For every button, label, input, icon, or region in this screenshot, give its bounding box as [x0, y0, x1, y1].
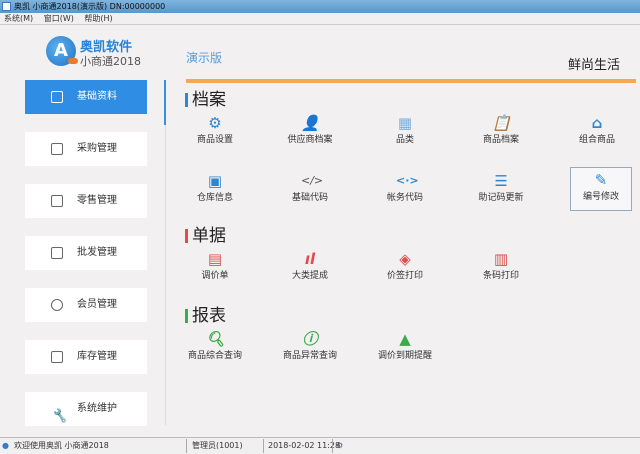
tag-icon: ◈	[399, 250, 411, 268]
item-label: 品类	[395, 135, 414, 145]
section-title-archive: 档案	[185, 90, 226, 110]
sidebar-item-label: 零售管理	[77, 195, 117, 206]
users-icon	[51, 299, 63, 311]
sidebar-item-members[interactable]: 会员管理	[25, 288, 147, 322]
section-title-docs: 单据	[185, 226, 226, 246]
menu-window[interactable]: 窗口(W)	[44, 14, 74, 23]
sidebar-item-inventory[interactable]: 库存管理	[25, 340, 147, 374]
search-icon: 🔍︎	[206, 330, 226, 348]
search-alert-icon: ⓘ	[302, 330, 318, 348]
status-welcome: 欢迎使用奥凯 小商通2018	[14, 441, 109, 450]
sidebar-item-basic-data[interactable]: 基础资料	[25, 80, 147, 114]
box-icon: ▣	[207, 172, 223, 190]
logo-product: 小商通2018	[80, 55, 141, 68]
item-label: 调价到期提醒	[377, 351, 432, 361]
purchase-icon	[51, 143, 63, 155]
item-basic-code[interactable]: </> 基础代码	[265, 172, 355, 205]
item-label: 商品档案	[482, 135, 519, 145]
title-bar: 奥凯 小商通2018(演示版) DN:00000000	[0, 0, 640, 13]
item-mnemonic-update[interactable]: ☰ 助记码更新	[466, 172, 536, 205]
document-icon	[51, 91, 63, 103]
item-label: 助记码更新	[478, 193, 524, 203]
sidebar-item-label: 采购管理	[77, 143, 117, 154]
network-icon: ⚙	[336, 441, 344, 450]
item-combo-product[interactable]: ⌂ 组合商品	[552, 114, 640, 147]
item-label: 调价单	[201, 271, 229, 281]
item-label: 组合商品	[578, 135, 615, 145]
header-divider	[186, 79, 636, 83]
basket-icon: ⌂	[591, 114, 603, 132]
edition-label: 演示版	[186, 51, 223, 65]
item-number-modify[interactable]: ✎ 编号修改	[570, 167, 632, 211]
item-label: 帐务代码	[386, 193, 423, 203]
edit-icon: ✎	[594, 171, 608, 189]
sidebar-item-label: 系统维护	[77, 403, 117, 414]
item-supplier-archive[interactable]: 👤 供应商档案	[275, 114, 345, 147]
code-icon: </>	[301, 174, 324, 187]
sidebar-item-label: 基础资料	[77, 91, 117, 102]
item-category-commission[interactable]: ıl 大类提成	[265, 250, 355, 283]
barcode-icon: ▥	[493, 250, 509, 268]
store-name: 鲜尚生活	[567, 58, 620, 73]
inventory-icon	[51, 351, 63, 363]
grid-icon: ▦	[397, 114, 413, 132]
item-price-tag-print[interactable]: ◈ 价签打印	[360, 250, 450, 283]
item-label: 商品异常查询	[282, 351, 337, 361]
item-label: 仓库信息	[196, 193, 233, 203]
status-bar: ● 欢迎使用奥凯 小商通2018 管理员(1001) 2018-02-02 11…	[0, 437, 640, 454]
status-icon: ●	[2, 441, 9, 450]
item-price-adjust[interactable]: ▤ 调价单	[170, 250, 260, 283]
item-product-query[interactable]: 🔍︎ 商品综合查询	[180, 330, 250, 363]
logo: A 奥凯软件 小商通2018	[46, 34, 146, 70]
menu-help[interactable]: 帮助(H)	[84, 14, 112, 23]
item-label: 商品设置	[196, 135, 233, 145]
sidebar-item-maintenance[interactable]: 🔧 系统维护	[25, 392, 147, 426]
sidebar-item-purchase[interactable]: 采购管理	[25, 132, 147, 166]
section-title-reports: 报表	[185, 306, 226, 326]
item-product-settings[interactable]: ⚙ 商品设置	[170, 114, 260, 147]
app-icon	[2, 2, 11, 11]
item-warehouse-info[interactable]: ▣ 仓库信息	[170, 172, 260, 205]
item-barcode-print[interactable]: ▥ 条码打印	[456, 250, 546, 283]
status-datetime: 2018-02-02 11:28	[268, 441, 341, 450]
code-arrows-icon: <·>	[396, 174, 419, 187]
item-product-archive[interactable]: 📋 商品档案	[456, 114, 546, 147]
item-price-expiry-reminder[interactable]: ▲ 调价到期提醒	[370, 330, 440, 363]
item-label: 编号修改	[582, 192, 619, 202]
item-label: 条码打印	[482, 271, 519, 281]
window-title: 奥凯 小商通2018(演示版) DN:00000000	[14, 2, 166, 11]
box-icon	[51, 247, 63, 259]
item-label: 价签打印	[386, 271, 423, 281]
item-label: 大类提成	[291, 271, 328, 281]
item-product-anomaly-query[interactable]: ⓘ 商品异常查询	[275, 330, 345, 363]
menu-system[interactable]: 系统(M)	[4, 14, 33, 23]
logo-mark-icon: A	[46, 36, 78, 66]
gear-icon: ⚙	[208, 114, 222, 132]
sidebar-item-label: 批发管理	[77, 247, 117, 258]
user-icon: 👤	[301, 114, 320, 132]
sidebar-divider	[165, 125, 166, 425]
item-category[interactable]: ▦ 品类	[360, 114, 450, 147]
sidebar-item-retail[interactable]: 零售管理	[25, 184, 147, 218]
sidebar-item-wholesale[interactable]: 批发管理	[25, 236, 147, 270]
bar-chart-icon: ıl	[304, 250, 316, 268]
item-label: 供应商档案	[287, 135, 333, 145]
item-label: 基础代码	[291, 193, 328, 203]
active-indicator	[164, 80, 166, 125]
list-icon: ☰	[494, 172, 508, 190]
item-account-code[interactable]: <·> 帐务代码	[360, 172, 450, 205]
item-label: 商品综合查询	[187, 351, 242, 361]
menu-bar: 系统(M) 窗口(W) 帮助(H)	[0, 13, 640, 25]
bell-icon: ▲	[399, 330, 411, 348]
store-icon	[51, 195, 63, 207]
document-icon: ▤	[207, 250, 223, 268]
sidebar-item-label: 库存管理	[77, 351, 117, 362]
status-user: 管理员(1001)	[192, 441, 243, 450]
wrench-icon: 🔧	[51, 409, 68, 424]
clipboard-icon: 📋	[492, 114, 511, 132]
sidebar-item-label: 会员管理	[77, 299, 117, 310]
